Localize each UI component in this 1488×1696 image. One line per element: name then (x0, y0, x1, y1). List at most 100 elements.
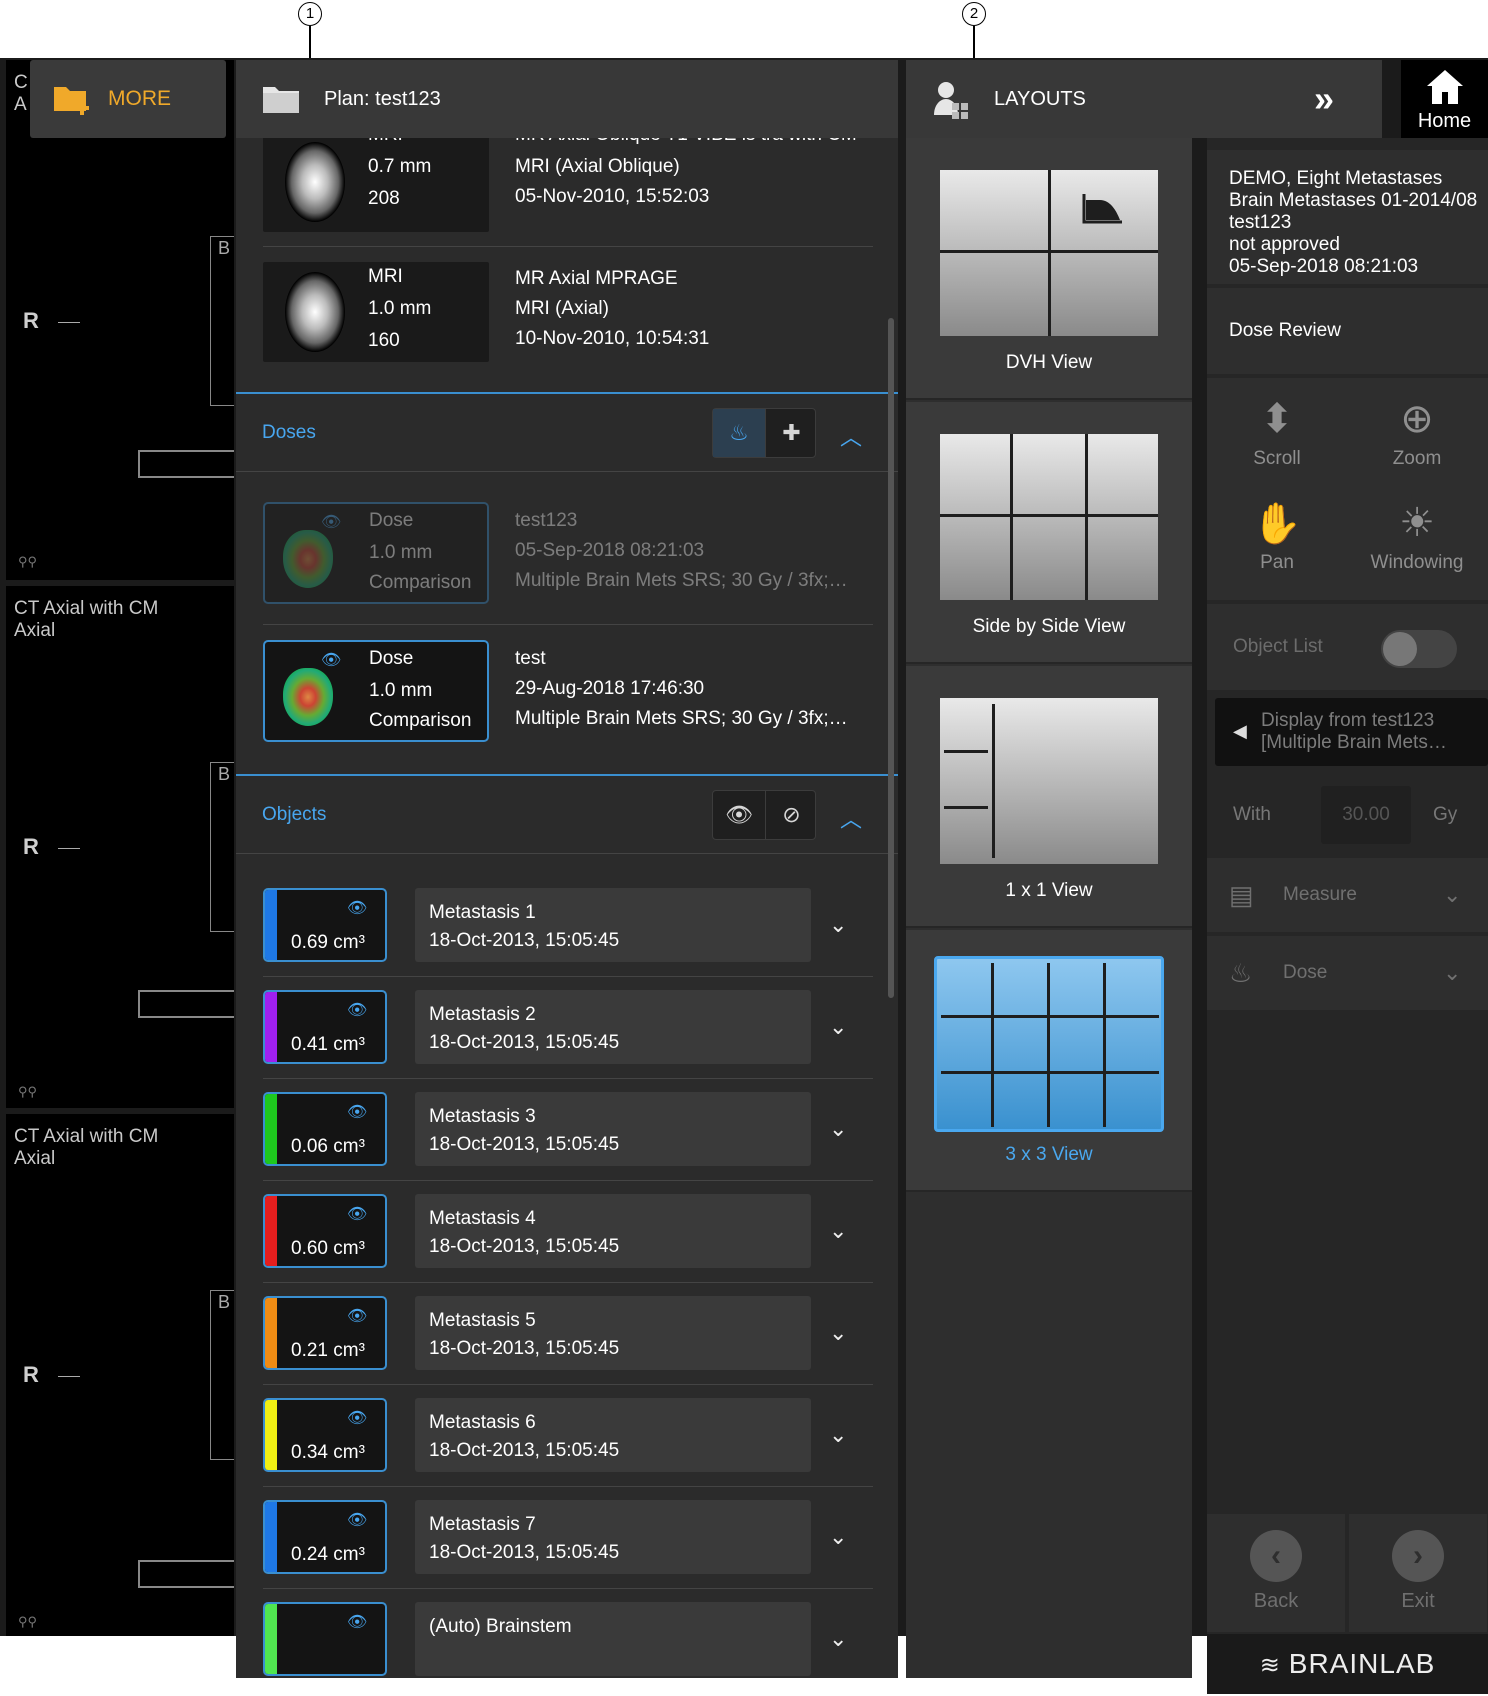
layout-1x1-view[interactable]: 1 x 1 View (906, 666, 1192, 928)
object-row[interactable]: 👁 0.41 cm³ Metastasis 2 18-Oct-2013, 15:05:… (263, 990, 873, 1064)
image-series-item[interactable]: MRI 0.7 mm 208 MR Axial Oblique T1 VIBE … (263, 138, 857, 232)
eye-icon[interactable]: 👁 (347, 1102, 367, 1122)
expand-chevron-icon[interactable]: ⌄ (829, 1626, 847, 1652)
object-name-box[interactable]: Metastasis 1 18-Oct-2013, 15:05:45 (415, 888, 811, 962)
eye-icon[interactable]: 👁 (347, 1510, 367, 1530)
expand-chevron-icon[interactable]: ⌄ (829, 1320, 847, 1346)
eye-icon[interactable]: 👁 (347, 1306, 367, 1326)
folder-icon (263, 87, 299, 113)
display-from-button[interactable]: ◀ Display from test123 [Multiple Brain M… (1215, 698, 1488, 766)
object-name: Metastasis 1 (429, 902, 536, 923)
object-name: Metastasis 2 (429, 1004, 536, 1025)
more-button[interactable]: MORE (30, 60, 226, 138)
back-button[interactable]: ‹ Back (1207, 1514, 1345, 1632)
patient-info: DEMO, Eight Metastases Brain Metastases … (1207, 150, 1488, 284)
dose-mode: Comparison (369, 572, 472, 593)
dose-value-field[interactable]: 30.00 (1321, 786, 1411, 844)
hide-all-eye-icon[interactable]: ⊘ (765, 791, 817, 839)
dose-accordion[interactable]: ♨ Dose ⌄ (1207, 936, 1488, 1010)
layouts-header[interactable]: LAYOUTS » (906, 60, 1382, 138)
eye-icon[interactable]: 👁 (347, 1000, 367, 1020)
home-button[interactable]: Home (1401, 60, 1488, 138)
scrollbar[interactable] (888, 318, 894, 998)
object-volume: 0.69 cm³ (291, 932, 365, 953)
object-name: Metastasis 4 (429, 1208, 536, 1229)
ruler-icon: ▤ (1229, 880, 1254, 910)
measure-accordion[interactable]: ▤ Measure ⌄ (1207, 858, 1488, 932)
expand-chevron-icon[interactable]: ⌄ (829, 1422, 847, 1448)
collapse-icon[interactable]: » (1314, 78, 1334, 120)
object-name-box[interactable]: Metastasis 4 18-Oct-2013, 15:05:45 (415, 1194, 811, 1268)
object-date: 18-Oct-2013, 15:05:45 (429, 1440, 620, 1461)
layout-label: 1 x 1 View (1005, 880, 1093, 901)
object-date: 18-Oct-2013, 15:05:45 (429, 1032, 620, 1053)
eye-icon[interactable]: 👁 (347, 1408, 367, 1428)
object-name-box[interactable]: (Auto) Brainstem (415, 1602, 811, 1676)
divider (263, 1384, 873, 1385)
collapse-objects-icon[interactable]: ︿ (840, 802, 862, 832)
object-row[interactable]: 👁 0.06 cm³ Metastasis 3 18-Oct-2013, 15:05:… (263, 1092, 873, 1166)
dose-card: 👁 Dose 1.0 mm Comparison (263, 640, 489, 742)
overview-box (210, 236, 234, 406)
show-all-eye-icon[interactable]: 👁 (713, 791, 765, 839)
dose-mode: Comparison (369, 710, 472, 731)
eye-icon[interactable]: 👁 (347, 1612, 367, 1632)
doses-label: Doses (262, 422, 316, 443)
object-name-box[interactable]: Metastasis 7 18-Oct-2013, 15:05:45 (415, 1500, 811, 1574)
viewport-2[interactable]: CT Axial with CM Axial R B ⚲⚲ (6, 586, 234, 1108)
layout-dvh-view[interactable]: DVH View (906, 138, 1192, 400)
eye-icon[interactable]: 👁 (347, 1204, 367, 1224)
expand-chevron-icon[interactable]: ⌄ (829, 1218, 847, 1244)
divider (263, 246, 873, 247)
layout-side-by-side-view[interactable]: Side by Side View (906, 402, 1192, 664)
object-row[interactable]: 👁 0.69 cm³ Metastasis 1 18-Oct-2013, 15:05:… (263, 888, 873, 962)
box-label: B (218, 238, 231, 258)
image-series-item[interactable]: MRI 1.0 mm 160 MR Axial MPRAGE MRI (Axia… (263, 262, 845, 362)
zoom-label: Zoom (1392, 448, 1442, 469)
viewport-3[interactable]: CT Axial with CM Axial R B ⚲⚲ (6, 1114, 234, 1636)
series-thumbnail: MRI 0.7 mm 208 (263, 138, 489, 232)
patient-orientation-icon: ⚲⚲ (18, 1614, 38, 1629)
dose-view-icon[interactable]: ♨ (713, 409, 765, 457)
divider (263, 1486, 873, 1487)
series-thickness: 0.7 mm (368, 156, 432, 177)
windowing-tool[interactable]: ☀ Windowing (1347, 500, 1487, 574)
layout-3x3-view[interactable]: 3 x 3 View (906, 930, 1192, 1192)
expand-chevron-icon[interactable]: ⌄ (829, 912, 847, 938)
expand-chevron-icon[interactable]: ⌄ (829, 1524, 847, 1550)
eye-icon[interactable]: 👁 (347, 898, 367, 918)
add-dose-icon[interactable]: ✚ (765, 409, 817, 457)
expand-chevron-icon[interactable]: ⌄ (829, 1014, 847, 1040)
pan-tool[interactable]: ✋ Pan (1207, 500, 1347, 574)
layout-preview (934, 956, 1164, 1132)
object-row[interactable]: 👁 (Auto) Brainstem ⌄ (263, 1602, 873, 1676)
eye-icon[interactable]: 👁 (321, 650, 341, 670)
object-name: (Auto) Brainstem (429, 1616, 572, 1637)
viewport-1[interactable]: CA R B ⚲⚲ (6, 60, 234, 580)
object-row[interactable]: 👁 0.24 cm³ Metastasis 7 18-Oct-2013, 15:05:… (263, 1500, 873, 1574)
object-row[interactable]: 👁 0.21 cm³ Metastasis 5 18-Oct-2013, 15:05:… (263, 1296, 873, 1370)
object-name-box[interactable]: Metastasis 5 18-Oct-2013, 15:05:45 (415, 1296, 811, 1370)
brainlab-logo: ≋ BRAINLAB (1207, 1634, 1488, 1694)
object-name-box[interactable]: Metastasis 6 18-Oct-2013, 15:05:45 (415, 1398, 811, 1472)
exit-button[interactable]: › Exit (1349, 1514, 1487, 1632)
object-row[interactable]: 👁 0.34 cm³ Metastasis 6 18-Oct-2013, 15:05:… (263, 1398, 873, 1472)
object-row[interactable]: 👁 0.60 cm³ Metastasis 4 18-Oct-2013, 15:05:… (263, 1194, 873, 1268)
plan-name: test123 (1229, 212, 1292, 233)
viewport-title: CA (14, 72, 28, 115)
application-screen: CA R B ⚲⚲ CT Axial with CM Axial R B ⚲⚲ C… (0, 58, 1488, 1694)
scroll-tool[interactable]: ⬍ Scroll (1207, 396, 1347, 470)
collapse-doses-icon[interactable]: ︿ (840, 420, 862, 450)
eye-icon[interactable]: 👁 (321, 512, 341, 532)
dose-item[interactable]: 👁 Dose 1.0 mm Comparison test123 05-Sep-… (263, 502, 873, 604)
object-list-toggle[interactable] (1381, 630, 1457, 668)
expand-chevron-icon[interactable]: ⌄ (829, 1116, 847, 1142)
plan-header[interactable]: Plan: test123 (236, 60, 898, 138)
dose-card: 👁 Dose 1.0 mm Comparison (263, 502, 489, 604)
object-name-box[interactable]: Metastasis 2 18-Oct-2013, 15:05:45 (415, 990, 811, 1064)
object-name: Metastasis 3 (429, 1106, 536, 1127)
zoom-tool[interactable]: ⊕ Zoom (1347, 396, 1487, 470)
dose-item[interactable]: 👁 Dose 1.0 mm Comparison test 29-Aug-201… (263, 640, 873, 742)
object-name-box[interactable]: Metastasis 3 18-Oct-2013, 15:05:45 (415, 1092, 811, 1166)
dose-date: 29-Aug-2018 17:46:30 (515, 678, 705, 699)
